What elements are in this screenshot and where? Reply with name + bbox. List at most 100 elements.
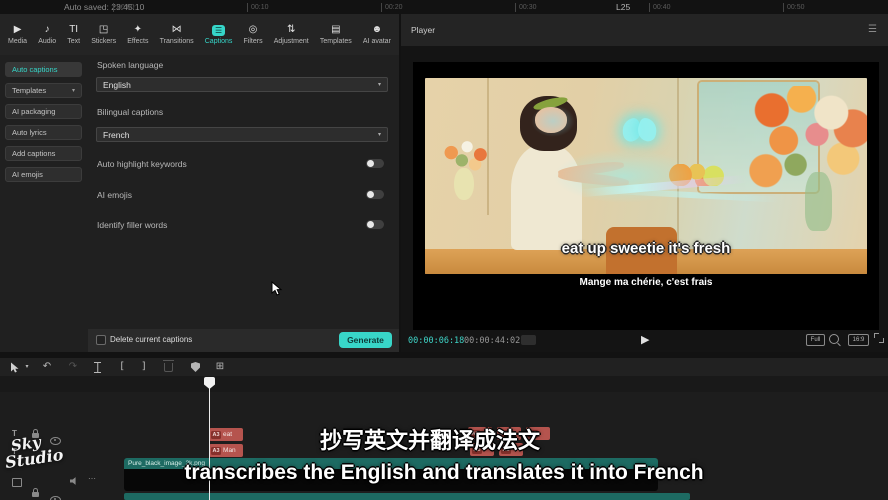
transitions-icon: ⋈: [172, 24, 182, 36]
spoken-language-select[interactable]: English ▾: [96, 77, 388, 92]
ruler-tick: 00:20: [381, 3, 403, 12]
sidebar-item-add-captions[interactable]: Add captions: [5, 146, 82, 161]
stickers-icon: ◳: [99, 24, 108, 36]
sidebar-item-ai-packaging[interactable]: AI packaging: [5, 104, 82, 119]
tab-text[interactable]: TI Text: [67, 24, 80, 45]
tab-filters[interactable]: ◎Filters: [244, 24, 263, 45]
ruler-tick: 00:50: [783, 3, 805, 12]
tab-label: Transitions: [160, 38, 194, 45]
lock-icon[interactable]: [32, 492, 39, 497]
timecode-total: 00:00:44:02: [464, 336, 520, 346]
player-option-chip[interactable]: [521, 335, 536, 345]
tab-label: Stickers: [91, 38, 116, 45]
undo-icon[interactable]: ↶: [34, 358, 60, 376]
tab-ai-avatar[interactable]: ☻ AI avatar: [363, 24, 391, 45]
auto-highlight-toggle[interactable]: [366, 159, 384, 168]
bilingual-captions-label: Bilingual captions: [97, 107, 163, 117]
tab-stickers[interactable]: ◳ Stickers: [91, 24, 116, 45]
tab-effects[interactable]: ✦ Effects: [127, 24, 148, 45]
ai-avatar-icon: ☻: [372, 24, 383, 36]
mouse-cursor: [271, 281, 283, 297]
sidebar-item-auto-captions[interactable]: Auto captions: [5, 62, 82, 77]
sidebar-item-label: Add captions: [12, 149, 55, 158]
adjustment-icon: ⇅: [287, 24, 295, 36]
sidebar-item-label: Auto captions: [12, 65, 57, 74]
tab-label: Adjustment: [274, 38, 309, 45]
select-tool-chevron-icon[interactable]: ▾: [20, 358, 34, 376]
bilingual-language-select[interactable]: French ▾: [96, 127, 388, 142]
bilingual-language-value: French: [103, 130, 129, 140]
ruler-tick: 00:00: [113, 3, 135, 12]
scene-face-glow: [531, 105, 575, 136]
sidebar-item-label: AI emojis: [12, 170, 43, 179]
sidebar-item-auto-lyrics[interactable]: Auto lyrics: [5, 125, 82, 140]
mask-icon[interactable]: [191, 362, 200, 372]
timecode-current: 00:00:06:18: [408, 336, 464, 346]
tab-captions[interactable]: ☰ Captions: [205, 25, 233, 45]
delete-icon[interactable]: [164, 363, 173, 372]
tab-adjustment[interactable]: ⇅ Adjustment: [274, 24, 309, 45]
aspect-ratio-button[interactable]: 16:9: [848, 334, 869, 346]
sidebar-item-label: AI packaging: [12, 107, 55, 116]
tab-transitions[interactable]: ⋈ Transitions: [160, 24, 194, 45]
tab-label: Effects: [127, 38, 148, 45]
trim-right-icon[interactable]: ]: [133, 358, 155, 376]
select-tool-icon[interactable]: [10, 362, 20, 373]
full-preview-button[interactable]: Full: [806, 334, 825, 346]
overlay-track-icon[interactable]: ⊞: [209, 358, 231, 376]
capcut-app: Auto saved: 23:45:10 L25 ▶Media ♪Audio T…: [0, 0, 888, 500]
sidebar-item-templates[interactable]: Templates ▾: [5, 83, 82, 98]
tab-label: Templates: [320, 38, 352, 45]
preview-zoom-icon[interactable]: [829, 334, 839, 344]
video-preview-image: eat up sweetie it's fresh: [425, 78, 867, 274]
sidebar-item-label: Templates: [12, 86, 46, 95]
text-icon: TI: [69, 24, 78, 36]
timeline-toolbar: ▾ ↶ ↷ [ ] ⊞: [0, 358, 888, 376]
tab-audio[interactable]: ♪ Audio: [38, 24, 56, 45]
tab-label: AI avatar: [363, 38, 391, 45]
captions-icon: ☰: [212, 25, 225, 36]
effects-icon: ✦: [134, 24, 142, 36]
sidebar-item-label: Auto lyrics: [12, 128, 47, 137]
scene-vase-right: [805, 172, 832, 231]
play-button[interactable]: ▶: [641, 333, 649, 346]
chevron-down-icon: ▾: [378, 131, 381, 138]
sidebar-item-ai-emojis[interactable]: AI emojis: [5, 167, 82, 182]
identify-filler-words-toggle[interactable]: [366, 220, 384, 229]
chevron-down-icon: ▾: [72, 87, 75, 94]
timeline-ruler[interactable]: [0, 376, 888, 392]
player-title: Player: [411, 25, 435, 35]
video-caption-english: eat up sweetie it's fresh: [425, 240, 867, 257]
tab-media[interactable]: ▶ Media: [8, 24, 27, 45]
generate-button[interactable]: Generate: [339, 332, 392, 348]
ai-emojis-toggle[interactable]: [366, 190, 384, 199]
video-preview-frame: eat up sweetie it's fresh Mange ma chéri…: [413, 62, 879, 330]
tab-label: Captions: [205, 38, 233, 45]
fullscreen-icon[interactable]: [874, 333, 884, 343]
tab-label: Media: [8, 38, 27, 45]
audio-icon: ♪: [45, 24, 50, 36]
window-title: L25: [616, 2, 630, 12]
ruler-tick: 00:10: [247, 3, 269, 12]
scene-vase-left: [454, 168, 474, 199]
ai-emojis-label: AI emojis: [97, 190, 132, 200]
tab-label: Audio: [38, 38, 56, 45]
chevron-down-icon: ▾: [378, 81, 381, 88]
delete-captions-checkbox[interactable]: [96, 335, 106, 345]
ruler-tick: 00:40: [649, 3, 671, 12]
visibility-icon[interactable]: [50, 496, 61, 500]
split-icon[interactable]: [94, 362, 101, 373]
media-icon: ▶: [14, 24, 22, 36]
spoken-language-label: Spoken language: [97, 60, 163, 70]
butterfly-hologram: [622, 119, 657, 141]
tab-templates[interactable]: ▤ Templates: [320, 24, 352, 45]
auto-highlight-label: Auto highlight keywords: [97, 159, 187, 169]
templates-icon: ▤: [331, 24, 340, 36]
player-menu-icon[interactable]: ☰: [868, 24, 877, 35]
filters-icon: ◎: [249, 24, 258, 36]
redo-icon[interactable]: ↷: [60, 358, 86, 376]
player-header: [401, 14, 888, 46]
trim-left-icon[interactable]: [: [111, 358, 133, 376]
ruler-tick: 00:30: [515, 3, 537, 12]
tab-label: Text: [67, 38, 80, 45]
